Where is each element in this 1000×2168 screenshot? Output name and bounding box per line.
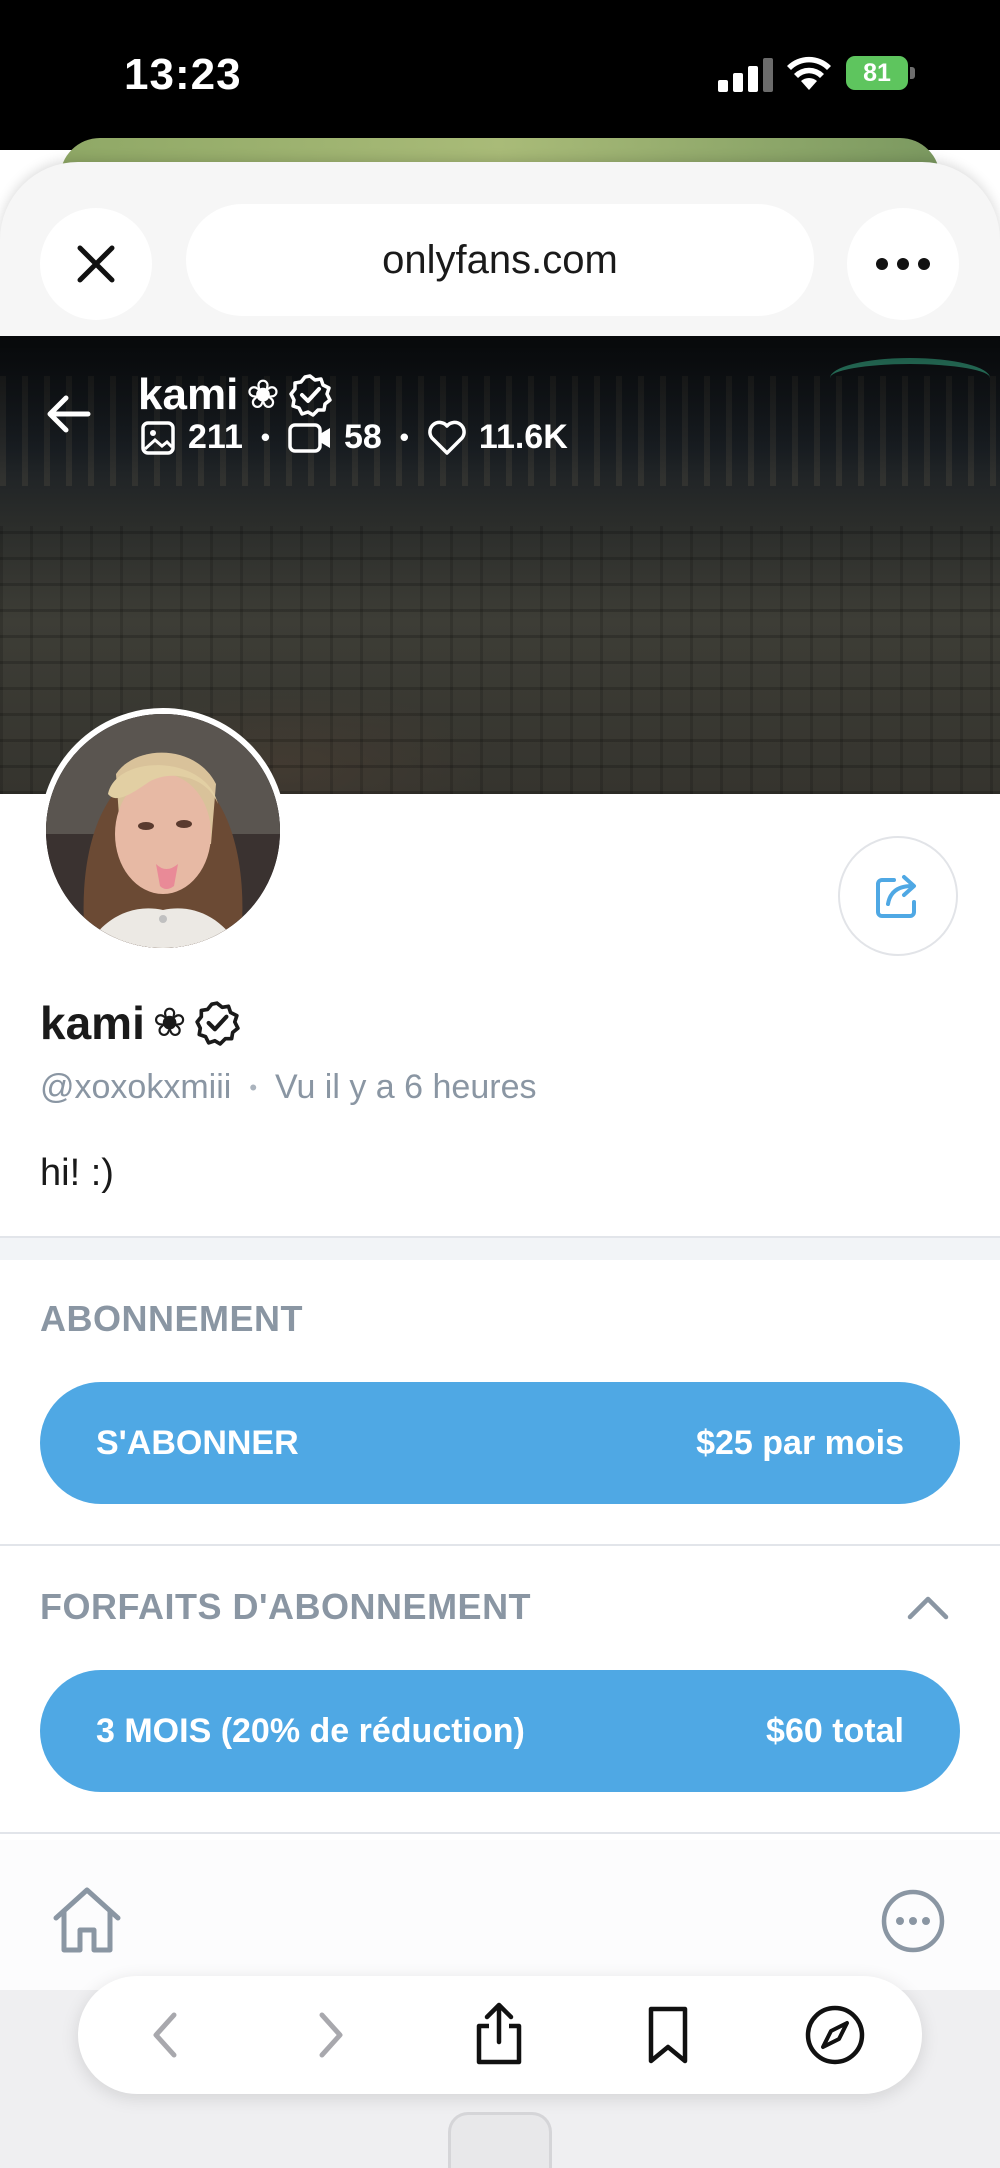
bundle-price: $60 total	[766, 1711, 904, 1750]
close-tab-button[interactable]	[40, 208, 152, 320]
status-time: 13:23	[124, 50, 242, 99]
subscribe-label: S'ABONNER	[96, 1423, 299, 1462]
photos-stat: 211	[140, 418, 243, 457]
more-circle-icon[interactable]	[880, 1888, 946, 1954]
back-arrow-icon[interactable]	[40, 386, 96, 442]
likes-stat: 11.6K	[427, 418, 568, 457]
share-profile-button[interactable]	[838, 836, 958, 956]
videos-stat: 58	[288, 418, 382, 457]
section-separator	[0, 1238, 1000, 1260]
battery-level: 81	[863, 58, 891, 87]
nav-back-icon	[153, 2012, 177, 2058]
profile-handle[interactable]: @xoxokxmiii	[40, 1068, 231, 1107]
more-horizontal-icon	[876, 258, 930, 270]
nav-forward-icon	[319, 2012, 343, 2058]
verified-icon	[195, 1001, 241, 1046]
last-seen: Vu il y a 6 heures	[275, 1068, 537, 1106]
bookmarks-icon	[648, 2006, 688, 2064]
nav-back-button[interactable]	[130, 2000, 200, 2070]
verified-icon	[289, 374, 332, 417]
handle-row: @xoxokxmiii • Vu il y a 6 heures	[40, 1068, 536, 1107]
bookmarks-button[interactable]	[633, 2000, 703, 2070]
divider	[0, 1832, 1000, 1834]
videos-count: 58	[343, 418, 382, 456]
home-indicator	[448, 2112, 552, 2168]
share-sheet-button[interactable]	[464, 2000, 534, 2070]
chevron-up-icon[interactable]	[905, 1592, 951, 1622]
image-icon	[141, 420, 175, 455]
separator-dot: •	[249, 1074, 258, 1100]
cover-name: kami	[138, 370, 239, 419]
subscribe-button[interactable]: S'ABONNER $25 par mois	[40, 1382, 960, 1504]
wifi-icon	[787, 56, 831, 90]
status-bar: 13:23 81	[0, 0, 1000, 150]
profile-name-row: kami ❀	[40, 996, 241, 1050]
cellular-signal-icon	[718, 58, 773, 92]
heart-icon	[428, 420, 466, 455]
nav-forward-button[interactable]	[296, 2000, 366, 2070]
profile-name: kami	[40, 997, 145, 1049]
divider	[0, 1544, 1000, 1546]
share-icon	[876, 875, 916, 918]
cover-name-row: kami ❀	[138, 370, 332, 420]
share-sheet-icon	[476, 2002, 522, 2065]
browser-more-button[interactable]	[847, 208, 959, 320]
battery-indicator: 81	[846, 56, 916, 90]
subscribe-price: $25 par mois	[696, 1423, 904, 1462]
flower-icon: ❀	[152, 1001, 187, 1045]
bundle-3-months-button[interactable]: 3 MOIS (20% de réduction) $60 total	[40, 1670, 960, 1792]
flower-icon: ❀	[246, 373, 280, 417]
photos-count: 211	[188, 418, 243, 456]
tabs-compass-button[interactable]	[800, 2000, 870, 2070]
profile-bio: hi! :)	[40, 1152, 114, 1194]
bundle-label: 3 MOIS (20% de réduction)	[96, 1711, 525, 1750]
subscription-title: ABONNEMENT	[40, 1298, 303, 1339]
avatar[interactable]	[40, 708, 286, 954]
address-bar[interactable]: onlyfans.com	[186, 204, 814, 316]
bundles-title: FORFAITS D'ABONNEMENT	[40, 1586, 532, 1627]
url-text: onlyfans.com	[382, 237, 618, 282]
cover-stats: 211 • 58 • 11.6K	[140, 418, 568, 457]
likes-count: 11.6K	[478, 418, 568, 456]
avatar-image	[46, 714, 280, 948]
compass-icon	[805, 2005, 865, 2065]
home-icon[interactable]	[50, 1884, 124, 1956]
close-icon	[77, 245, 115, 283]
video-icon	[288, 422, 330, 453]
